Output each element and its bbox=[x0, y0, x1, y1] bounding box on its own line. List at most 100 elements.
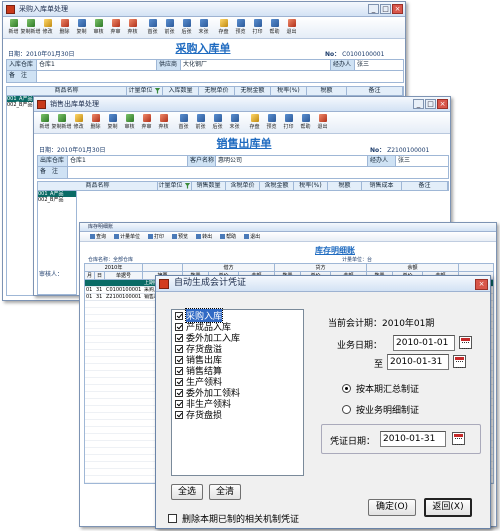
column-header[interactable]: 入库数量 bbox=[163, 87, 199, 95]
toolbar-button[interactable]: 弃核 bbox=[155, 112, 172, 133]
toolbar-button[interactable]: 末张 bbox=[195, 17, 212, 38]
toolbar-button[interactable]: 删除 bbox=[87, 112, 104, 133]
toolbar-button[interactable]: 帮助 bbox=[220, 232, 236, 241]
checkbox[interactable] bbox=[175, 311, 183, 320]
toolbar-button[interactable]: 首张 bbox=[144, 17, 161, 38]
column-header[interactable]: 商品名称 bbox=[38, 182, 158, 190]
handler-field[interactable]: 张三 bbox=[396, 156, 448, 166]
toolbar-button[interactable]: 后张 bbox=[209, 112, 226, 133]
toolbar-button[interactable]: 计量单位 bbox=[114, 232, 140, 241]
column-header[interactable]: 无税单价 bbox=[199, 87, 235, 95]
summary-radio[interactable] bbox=[342, 384, 351, 393]
toolbar-button[interactable]: 打印 bbox=[249, 17, 266, 38]
minimize-button[interactable]: _ bbox=[413, 99, 424, 109]
toolbar-button[interactable]: 弃审 bbox=[107, 17, 124, 38]
customer-field[interactable]: 惠明公司 bbox=[216, 156, 368, 166]
column-header[interactable]: 计量单位 bbox=[158, 182, 192, 190]
toolbar-button[interactable]: 复制新增 bbox=[52, 112, 72, 133]
toolbar-button[interactable]: 查询 bbox=[90, 232, 106, 241]
checkbox[interactable] bbox=[175, 333, 183, 342]
toolbar-button[interactable]: 修改 bbox=[70, 112, 87, 133]
toolbar-button[interactable]: 修改 bbox=[39, 17, 56, 38]
checkbox[interactable] bbox=[175, 377, 183, 386]
toolbar-button[interactable]: 前张 bbox=[161, 17, 178, 38]
toolbar-button[interactable]: 审核 bbox=[121, 112, 138, 133]
toolbar-button[interactable]: 预览 bbox=[232, 17, 249, 38]
checkbox[interactable] bbox=[175, 355, 183, 364]
checkbox[interactable] bbox=[175, 344, 183, 353]
back-button[interactable]: 返回(X) bbox=[424, 498, 472, 517]
column-header[interactable]: 含税金额 bbox=[260, 182, 294, 190]
clear-all-button[interactable]: 全清 bbox=[209, 484, 241, 500]
toolbar-button[interactable]: 新增 bbox=[36, 112, 53, 133]
toolbar-button[interactable]: 打印 bbox=[148, 232, 164, 241]
supplier-field[interactable]: 大化钢厂 bbox=[181, 60, 331, 70]
warehouse-field[interactable]: 仓库1 bbox=[37, 60, 157, 70]
calendar-icon[interactable] bbox=[459, 336, 472, 349]
toolbar-button[interactable]: 预览 bbox=[172, 232, 188, 241]
toolbar-button[interactable]: 转出 bbox=[196, 232, 212, 241]
column-header[interactable]: 销售成本 bbox=[362, 182, 402, 190]
close-button[interactable]: × bbox=[392, 4, 403, 14]
toolbar-button[interactable]: 复制新增 bbox=[21, 17, 41, 38]
column-header[interactable]: 计量单位 bbox=[127, 87, 163, 95]
close-button[interactable]: × bbox=[437, 99, 448, 109]
date-to-input[interactable]: 2010-01-31 bbox=[387, 354, 449, 370]
column-header[interactable]: 无税金额 bbox=[235, 87, 271, 95]
filter-icon[interactable] bbox=[184, 182, 191, 189]
voucher-date-input[interactable]: 2010-01-31 bbox=[380, 431, 446, 447]
toolbar-button[interactable]: 弃核 bbox=[124, 17, 141, 38]
toolbar-button[interactable]: 审核 bbox=[90, 17, 107, 38]
checkbox[interactable] bbox=[175, 322, 183, 331]
column-header[interactable]: 税率(%) bbox=[271, 87, 307, 95]
delete-vouchers-checkbox[interactable] bbox=[168, 514, 177, 523]
toolbar-button[interactable]: 存盘 bbox=[215, 17, 232, 38]
toolbar-button[interactable]: 复制 bbox=[104, 112, 121, 133]
toolbar-button[interactable]: 帮助 bbox=[297, 112, 314, 133]
remark-field[interactable] bbox=[37, 71, 403, 82]
column-header[interactable]: 税额 bbox=[328, 182, 362, 190]
table-row[interactable]: 002_B产品 bbox=[38, 197, 76, 203]
column-header[interactable]: 商品名称 bbox=[7, 87, 127, 95]
remark-field[interactable] bbox=[68, 167, 448, 178]
toolbar-button[interactable]: 预览 bbox=[263, 112, 280, 133]
column-header[interactable]: 备注 bbox=[347, 87, 403, 95]
calendar-icon[interactable] bbox=[453, 355, 466, 368]
toolbar-button[interactable]: 复制 bbox=[73, 17, 90, 38]
toolbar-button[interactable]: 后张 bbox=[178, 17, 195, 38]
column-header[interactable]: 含税单价 bbox=[226, 182, 260, 190]
select-all-button[interactable]: 全选 bbox=[171, 484, 203, 500]
toolbar-button[interactable]: 打印 bbox=[280, 112, 297, 133]
ok-button[interactable]: 确定(O) bbox=[368, 499, 416, 516]
column-header[interactable]: 税额 bbox=[307, 87, 347, 95]
detail-radio[interactable] bbox=[342, 405, 351, 414]
toolbar-button[interactable]: 退出 bbox=[283, 17, 300, 38]
toolbar-button[interactable]: 退出 bbox=[244, 232, 260, 241]
checkbox[interactable] bbox=[175, 366, 183, 375]
handler-field[interactable]: 张三 bbox=[355, 60, 403, 70]
voucher-type-item[interactable]: 存货盘损 bbox=[172, 409, 303, 421]
calendar-icon[interactable] bbox=[452, 432, 465, 445]
maximize-button[interactable]: □ bbox=[425, 99, 436, 109]
toolbar-button[interactable]: 帮助 bbox=[266, 17, 283, 38]
column-header[interactable]: 销售数量 bbox=[192, 182, 226, 190]
toolbar-button[interactable]: 首张 bbox=[175, 112, 192, 133]
maximize-button[interactable]: □ bbox=[380, 4, 391, 14]
checkbox[interactable] bbox=[175, 388, 183, 397]
column-header[interactable]: 税率(%) bbox=[294, 182, 328, 190]
toolbar-button[interactable]: 弃审 bbox=[138, 112, 155, 133]
filter-icon[interactable] bbox=[154, 87, 161, 94]
toolbar-button[interactable]: 新增 bbox=[5, 17, 22, 38]
minimize-button[interactable]: _ bbox=[368, 4, 379, 14]
toolbar-button[interactable]: 删除 bbox=[56, 17, 73, 38]
toolbar-button[interactable]: 末张 bbox=[226, 112, 243, 133]
close-button[interactable]: × bbox=[475, 279, 488, 290]
column-header[interactable]: 备注 bbox=[402, 182, 448, 190]
checkbox[interactable] bbox=[175, 410, 183, 419]
toolbar-button[interactable]: 退出 bbox=[314, 112, 331, 133]
warehouse-field[interactable]: 仓库1 bbox=[68, 156, 188, 166]
checkbox[interactable] bbox=[175, 399, 183, 408]
date-from-input[interactable]: 2010-01-01 bbox=[393, 335, 455, 351]
toolbar-button[interactable]: 前张 bbox=[192, 112, 209, 133]
toolbar-button[interactable]: 存盘 bbox=[246, 112, 263, 133]
